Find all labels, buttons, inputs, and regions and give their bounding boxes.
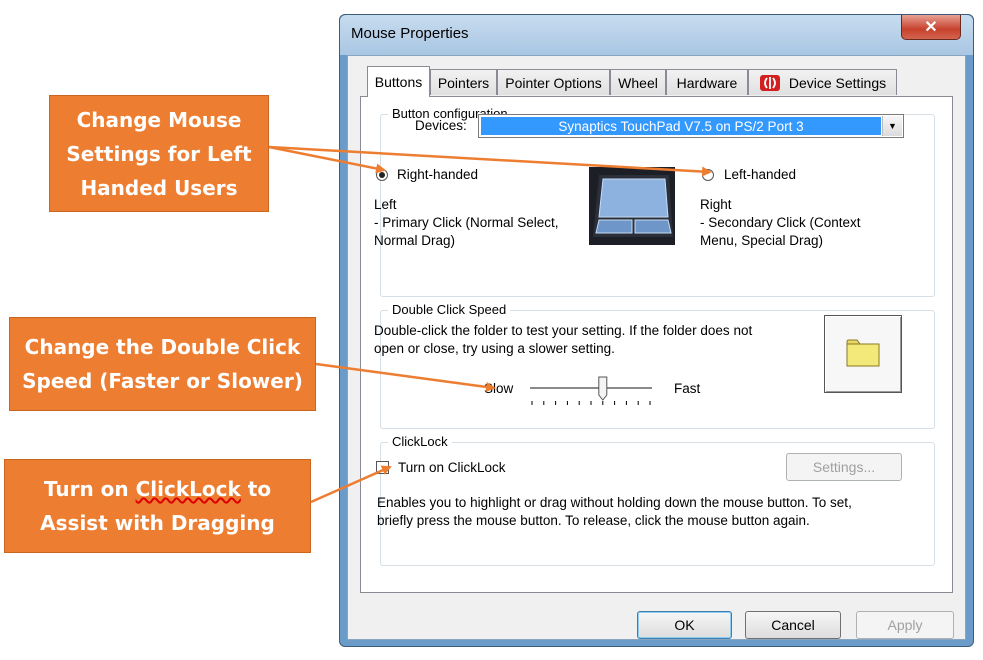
right-button-description: - Secondary Click (Context Menu, Special… [700, 215, 861, 248]
clicklock-legend: ClickLock [388, 434, 452, 450]
close-icon: ✕ [924, 19, 938, 36]
tab-label: Hardware [676, 74, 738, 91]
left-button-description: - Primary Click (Normal Select, Normal D… [374, 215, 559, 248]
tab-label: Pointers [437, 74, 490, 91]
tab-label: Wheel [618, 74, 658, 91]
ok-label: OK [674, 617, 695, 633]
touchpad-icon [589, 167, 675, 245]
buttons-tab-panel: Button configuration Devices: Synaptics … [360, 96, 953, 593]
clicklock-checkbox[interactable] [376, 461, 389, 474]
callout-clicklock-text: Turn on ClickLock to Assist with Draggin… [40, 472, 275, 540]
devices-dropdown[interactable]: Synaptics TouchPad V7.5 on PS/2 Port 3 ▼ [478, 114, 904, 138]
settings-button-label: Settings... [812, 459, 876, 475]
title-bar[interactable]: Mouse Properties ✕ [340, 15, 973, 55]
clicklock-settings-button[interactable]: Settings... [786, 453, 902, 481]
window-title: Mouse Properties [351, 25, 469, 42]
callout-left-handed: Change Mouse Settings for Left Handed Us… [49, 95, 269, 212]
callout-clicklock: Turn on ClickLock to Assist with Draggin… [4, 459, 311, 553]
left-handed-radio[interactable] [702, 169, 714, 181]
left-handed-label[interactable]: Left-handed [724, 166, 796, 184]
test-folder-box[interactable] [824, 315, 902, 393]
tab-buttons[interactable]: Buttons [367, 66, 430, 97]
double-click-speed-slider[interactable] [526, 373, 656, 407]
tab-label: Buttons [374, 74, 423, 90]
cancel-button[interactable]: Cancel [745, 611, 841, 639]
folder-icon[interactable] [845, 338, 881, 368]
clicklock-description: Enables you to highlight or drag without… [377, 495, 852, 528]
clicklock-checkbox-label[interactable]: Turn on ClickLock [398, 459, 506, 477]
double-click-speed-legend: Double Click Speed [388, 302, 511, 318]
cancel-label: Cancel [771, 617, 815, 633]
devices-selected-value: Synaptics TouchPad V7.5 on PS/2 Port 3 [481, 117, 881, 135]
ok-button[interactable]: OK [637, 611, 732, 639]
dialog-client: Buttons Pointers Pointer Options Wheel H… [347, 55, 966, 640]
mouse-properties-window: Mouse Properties ✕ Buttons Pointers Poin… [339, 14, 974, 647]
tab-wheel[interactable]: Wheel [610, 69, 666, 95]
left-button-title: Left [374, 197, 397, 212]
chevron-down-icon[interactable]: ▼ [882, 116, 902, 136]
tab-label: Device Settings [788, 74, 887, 91]
callout-clicklock-keyword: ClickLock [135, 477, 241, 501]
apply-label: Apply [887, 617, 923, 633]
callout-double-click-text: Change the Double Click Speed (Faster or… [22, 335, 303, 393]
apply-button[interactable]: Apply [856, 611, 954, 639]
devices-label: Devices: [415, 118, 467, 133]
right-button-title: Right [700, 197, 732, 212]
right-handed-radio[interactable] [376, 169, 388, 181]
tab-pointer-options[interactable]: Pointer Options [497, 69, 610, 95]
close-button[interactable]: ✕ [901, 15, 961, 40]
fast-label: Fast [674, 381, 701, 396]
callout-left-handed-text: Change Mouse Settings for Left Handed Us… [66, 107, 252, 200]
double-click-description: Double-click the folder to test your set… [374, 323, 753, 356]
slider-thumb[interactable] [598, 376, 608, 401]
synaptics-icon [759, 74, 780, 91]
slow-label: Slow [484, 381, 514, 396]
callout-clicklock-prefix: Turn on [43, 477, 136, 501]
tab-label: Pointer Options [505, 74, 602, 91]
right-handed-label[interactable]: Right-handed [397, 166, 478, 184]
callout-double-click: Change the Double Click Speed (Faster or… [9, 317, 316, 411]
tab-hardware[interactable]: Hardware [666, 69, 748, 95]
tab-pointers[interactable]: Pointers [430, 69, 497, 95]
tab-device-settings[interactable]: Device Settings [748, 69, 897, 95]
